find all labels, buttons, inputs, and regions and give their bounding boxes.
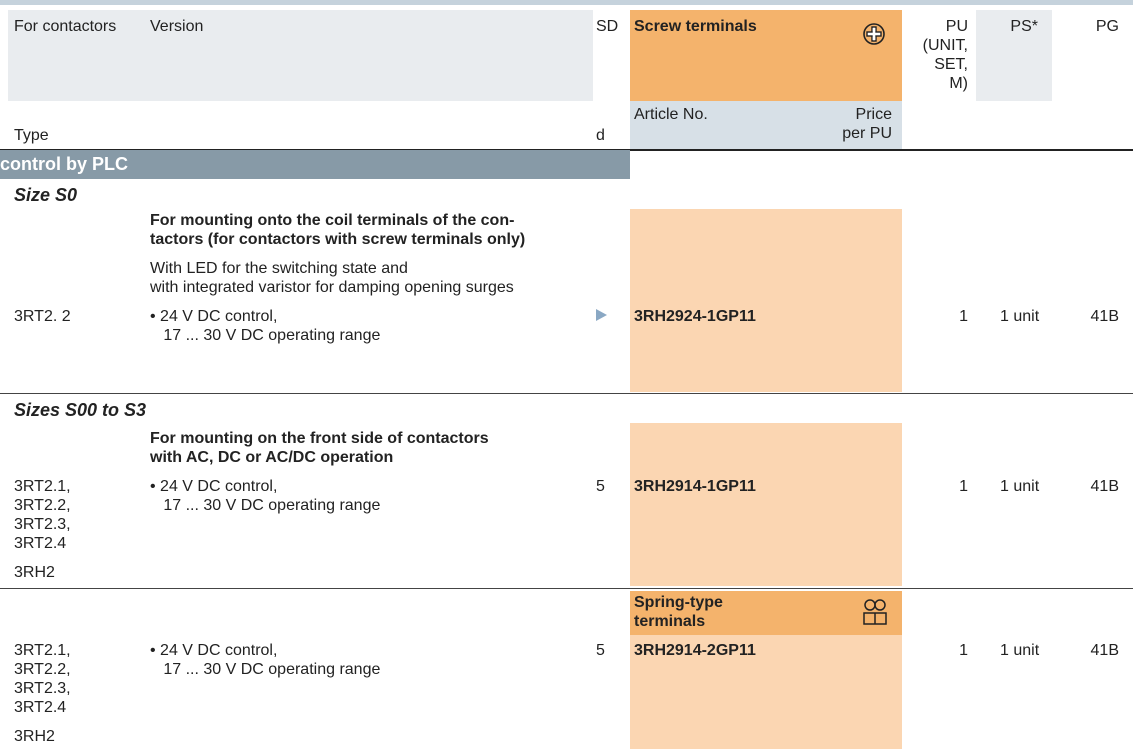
group1-ps: 1 unit: [1000, 308, 1040, 325]
group3-type2: 3RH2: [14, 728, 55, 745]
group2-rule: [0, 588, 1133, 589]
group3-sd: 5: [596, 642, 605, 659]
group2-type: 3RT2.1, 3RT2.2, 3RT2.3, 3RT2.4: [14, 478, 71, 552]
triangle-arrow-icon: [596, 309, 607, 321]
spring-terminal-icon: [863, 599, 887, 625]
group1-version: • 24 V DC control, 17 ... 30 V DC operat…: [150, 308, 381, 344]
group2-article[interactable]: 3RH2914-1GP11: [634, 477, 756, 496]
col-screw-terminals: Screw terminals: [634, 18, 757, 35]
group2-type2: 3RH2: [14, 564, 55, 581]
col-sd: SD: [596, 18, 619, 35]
sub-price: Price per PU: [842, 106, 892, 142]
group2-sd: 5: [596, 478, 605, 495]
group2-heading: For mounting on the front side of contac…: [150, 430, 489, 466]
group2-article-block: [630, 423, 902, 586]
col-version: Version: [150, 18, 204, 35]
sub-d: d: [596, 127, 605, 144]
group1-desc: With LED for the switching state and wit…: [150, 260, 514, 296]
group2-version: • 24 V DC control, 17 ... 30 V DC operat…: [150, 478, 381, 514]
group1-type: 3RT2. 2: [14, 308, 71, 325]
col-for-contactors: For contactors: [14, 18, 117, 35]
col-ps: PS*: [1010, 18, 1038, 35]
group3-article[interactable]: 3RH2914-2GP11: [634, 641, 756, 660]
sub-article-no: Article No.: [634, 106, 708, 123]
group1-pu: 1: [959, 308, 968, 325]
group3-pg: 41B: [1090, 642, 1119, 659]
group1-article-block: [630, 209, 902, 392]
group2-pu: 1: [959, 478, 968, 495]
section-title: control by PLC: [0, 154, 129, 174]
group3-version: • 24 V DC control, 17 ... 30 V DC operat…: [150, 642, 381, 678]
section-bar: control by PLC: [0, 150, 630, 179]
sub-type: Type: [14, 127, 49, 144]
col-pu: PU (UNIT, SET, M): [922, 18, 968, 92]
group1-title: Size S0: [14, 185, 78, 205]
screw-terminal-icon: [863, 23, 885, 45]
group1-article[interactable]: 3RH2924-1GP11: [634, 307, 756, 326]
group1-heading: For mounting onto the coil terminals of …: [150, 212, 526, 248]
group1-pg: 41B: [1090, 308, 1119, 325]
group2-ps: 1 unit: [1000, 478, 1040, 495]
group2-title: Sizes S00 to S3: [14, 400, 147, 420]
group3-ps: 1 unit: [1000, 642, 1040, 659]
header-top-strip: [0, 0, 1133, 5]
group3-terminal-header: Spring-type terminals: [634, 594, 723, 630]
group3-pu: 1: [959, 642, 968, 659]
col-pg: PG: [1095, 18, 1119, 35]
group1-rule: [0, 393, 1133, 394]
group2-pg: 41B: [1090, 478, 1119, 495]
group3-type: 3RT2.1, 3RT2.2, 3RT2.3, 3RT2.4: [14, 642, 71, 716]
